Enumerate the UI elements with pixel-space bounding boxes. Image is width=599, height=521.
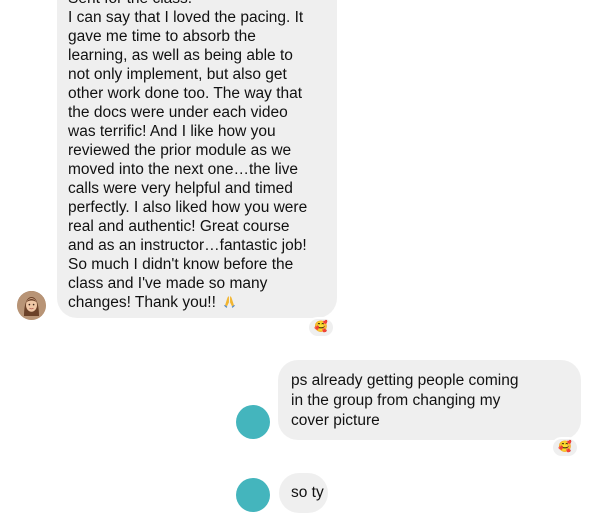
incoming-message-line: was terrific! And I like how you <box>68 123 276 140</box>
outgoing-short-message-bubble[interactable]: so ty <box>279 473 328 513</box>
outgoing-message-line: in the group from changing my <box>291 392 501 409</box>
incoming-message-cut-line: Sent for the class. <box>68 0 327 8</box>
incoming-message-line: So much I didn't know before the <box>68 256 294 273</box>
chat-thread: Sent for the class. I can say that I lov… <box>0 0 599 521</box>
incoming-message-line: moved into the next one…the live <box>68 161 299 178</box>
smiling-face-with-hearts-icon: 🥰 <box>558 441 572 453</box>
incoming-message-bubble[interactable]: Sent for the class. I can say that I lov… <box>57 0 337 318</box>
message-reaction[interactable]: 🥰 <box>551 437 579 458</box>
outgoing-message-bubble[interactable]: ps already getting people coming in the … <box>278 360 581 440</box>
incoming-message-line: class and I've made so many <box>68 275 268 292</box>
outgoing-message-line: ps already getting people coming <box>291 372 519 389</box>
incoming-message-line: other work done too. The way that <box>68 85 303 102</box>
incoming-message-line: real and authentic! Great course <box>68 218 290 235</box>
incoming-message-line: calls were very helpful and timed <box>68 180 293 197</box>
user-photo-icon <box>17 291 46 320</box>
incoming-message-line: changes! Thank you!! <box>68 294 216 311</box>
incoming-message-last-line: changes! Thank you!! <box>68 293 327 312</box>
incoming-message-line: perfectly. I also liked how you were <box>68 199 308 216</box>
outgoing-short-message-text: so ty <box>291 484 324 501</box>
smiling-face-with-hearts-icon: 🥰 <box>314 321 328 333</box>
incoming-message-line: I can say that I loved the pacing. It <box>68 9 304 26</box>
my-avatar[interactable] <box>236 405 270 439</box>
my-avatar[interactable] <box>236 478 270 512</box>
message-reaction[interactable]: 🥰 <box>307 317 335 338</box>
incoming-message-line: gave me time to absorb the <box>68 28 256 45</box>
incoming-message-line: not only implement, but also get <box>68 66 287 83</box>
incoming-message-line: learning, as well as being able to <box>68 47 293 64</box>
folded-hands-icon <box>224 296 236 308</box>
outgoing-message-line: cover picture <box>291 412 380 429</box>
incoming-message-line: and as an instructor…fantastic job! <box>68 237 307 254</box>
sender-avatar[interactable] <box>17 291 46 320</box>
incoming-message-line: reviewed the prior module as we <box>68 142 292 159</box>
incoming-message-line: the docs were under each video <box>68 104 288 121</box>
